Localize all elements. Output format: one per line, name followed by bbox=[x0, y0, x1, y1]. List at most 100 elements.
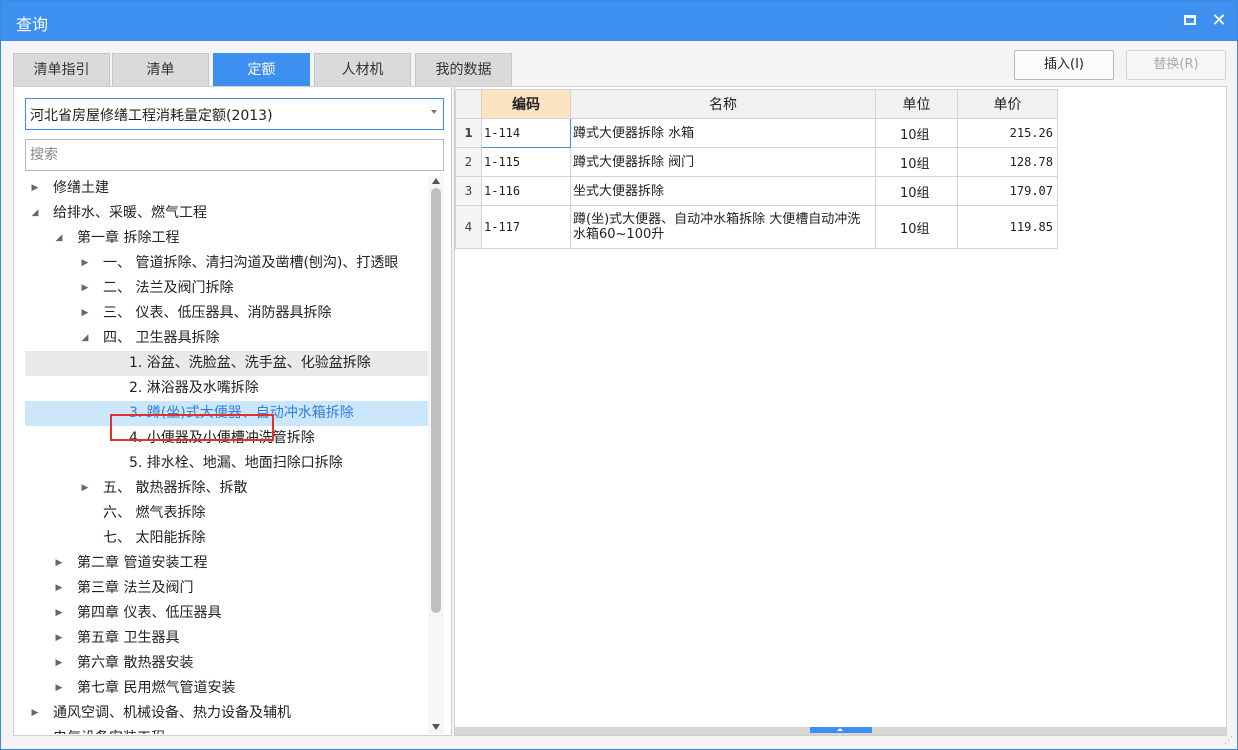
tree-item-label: 5. 排水栓、地漏、地面扫除口拆除 bbox=[129, 455, 343, 471]
column-header-code[interactable]: 编码 bbox=[481, 89, 571, 119]
row-number-header bbox=[455, 89, 482, 119]
tree-item[interactable]: ◢ 给排水、采暖、燃气工程 bbox=[25, 201, 428, 226]
cell-unit[interactable]: 10组 bbox=[875, 176, 958, 206]
expand-icon[interactable]: ▶ bbox=[53, 676, 65, 701]
dropdown-arrow-icon[interactable] bbox=[431, 110, 437, 114]
expand-icon[interactable]: ▶ bbox=[79, 476, 91, 501]
expand-icon[interactable]: ▶ bbox=[29, 701, 41, 726]
cell-unit[interactable]: 10组 bbox=[875, 147, 958, 177]
expand-icon[interactable]: ▶ bbox=[53, 576, 65, 601]
scroll-down-icon[interactable] bbox=[432, 724, 440, 730]
replace-button[interactable]: 替换(R) bbox=[1126, 50, 1226, 80]
resize-grip-icon[interactable]: ⋰ bbox=[1224, 736, 1234, 746]
cell-code[interactable]: 1-116 bbox=[481, 176, 571, 206]
tree-item[interactable]: ▶ 五、 散热器拆除、拆散 bbox=[25, 476, 428, 501]
query-dialog: 查询 ✕ 清单指引 清单 定额 人材机 我的数据 插入(I) 替换(R) 河北省… bbox=[0, 0, 1238, 750]
annotation-highlight-box bbox=[110, 414, 274, 441]
cell-code[interactable]: 1-117 bbox=[481, 205, 571, 249]
cell-price[interactable]: 215.26 bbox=[957, 118, 1058, 148]
cell-unit[interactable]: 10组 bbox=[875, 118, 958, 148]
cell-price[interactable]: 119.85 bbox=[957, 205, 1058, 249]
tree-item-label: 1. 浴盆、洗脸盆、洗手盆、化验盆拆除 bbox=[129, 355, 371, 371]
tree-item-label: 电气设备安装工程 bbox=[53, 726, 165, 734]
tab-labor-material-machine[interactable]: 人材机 bbox=[314, 53, 411, 87]
tree-item-label: 四、 卫生器具拆除 bbox=[103, 330, 220, 346]
tree-item[interactable]: ▶ 第二章 管道安装工程 bbox=[25, 551, 428, 576]
expand-icon[interactable]: ▶ bbox=[29, 726, 41, 734]
column-header-price[interactable]: 单价 bbox=[957, 89, 1058, 119]
tree-item[interactable]: ▶ 第三章 法兰及阀门 bbox=[25, 576, 428, 601]
table-row[interactable]: 4 1-117 蹲(坐)式大便器、自动冲水箱拆除 大便槽自动冲洗水箱60~100… bbox=[455, 205, 1058, 249]
scrollbar-thumb[interactable] bbox=[431, 188, 441, 613]
quota-table: 编码 名称 单位 单价 1 1-114 蹲式大便器拆除 水箱 10组 215.2… bbox=[455, 89, 1058, 249]
tab-bill-guide[interactable]: 清单指引 bbox=[13, 53, 110, 87]
collapse-icon[interactable]: ◢ bbox=[79, 326, 91, 351]
expand-icon[interactable]: ▶ bbox=[79, 301, 91, 326]
splitter-expand-icon[interactable] bbox=[810, 727, 872, 733]
search-input[interactable] bbox=[26, 140, 443, 170]
tree-item[interactable]: ▶ 二、 法兰及阀门拆除 bbox=[25, 276, 428, 301]
expand-icon[interactable]: ▶ bbox=[53, 551, 65, 576]
tree-item[interactable]: 5. 排水栓、地漏、地面扫除口拆除 bbox=[25, 451, 428, 476]
cell-code[interactable]: 1-115 bbox=[481, 147, 571, 177]
result-panel: 编码 名称 单位 单价 1 1-114 蹲式大便器拆除 水箱 10组 215.2… bbox=[454, 86, 1227, 736]
quota-library-value: 河北省房屋修缮工程消耗量定额(2013) bbox=[30, 108, 273, 124]
expand-icon[interactable]: ▶ bbox=[29, 176, 41, 201]
cell-name[interactable]: 蹲式大便器拆除 阀门 bbox=[570, 147, 876, 177]
tree-item[interactable]: 六、 燃气表拆除 bbox=[25, 501, 428, 526]
close-icon[interactable]: ✕ bbox=[1207, 9, 1231, 33]
tree-item[interactable]: 七、 太阳能拆除 bbox=[25, 526, 428, 551]
tree-item-label: 第一章 拆除工程 bbox=[77, 230, 180, 246]
maximize-icon[interactable] bbox=[1178, 9, 1202, 33]
tree-item[interactable]: ◢ 第一章 拆除工程 bbox=[25, 226, 428, 251]
expand-icon[interactable]: ▶ bbox=[53, 651, 65, 676]
tree-item[interactable]: ▶ 通风空调、机械设备、热力设备及辅机 bbox=[25, 701, 428, 726]
tree-item[interactable]: ▶ 第七章 民用燃气管道安装 bbox=[25, 676, 428, 701]
tab-bill[interactable]: 清单 bbox=[112, 53, 209, 87]
column-header-unit[interactable]: 单位 bbox=[875, 89, 958, 119]
expand-icon[interactable]: ▶ bbox=[53, 601, 65, 626]
expand-icon[interactable]: ▶ bbox=[53, 626, 65, 651]
tree-item[interactable]: 2. 淋浴器及水嘴拆除 bbox=[25, 376, 428, 401]
table-row[interactable]: 3 1-116 坐式大便器拆除 10组 179.07 bbox=[455, 176, 1058, 206]
tree-item[interactable]: ▶ 第五章 卫生器具 bbox=[25, 626, 428, 651]
insert-button[interactable]: 插入(I) bbox=[1014, 50, 1114, 80]
cell-unit[interactable]: 10组 bbox=[875, 205, 958, 249]
tree-item[interactable]: ▶ 一、 管道拆除、清扫沟道及凿槽(刨沟)、打透眼 bbox=[25, 251, 428, 276]
tree-item[interactable]: 1. 浴盆、洗脸盆、洗手盆、化验盆拆除 bbox=[25, 351, 428, 376]
expand-icon[interactable]: ▶ bbox=[79, 276, 91, 301]
collapse-icon[interactable]: ◢ bbox=[29, 201, 41, 226]
column-header-name[interactable]: 名称 bbox=[570, 89, 876, 119]
tree-item[interactable]: ◢ 四、 卫生器具拆除 bbox=[25, 326, 428, 351]
cell-price[interactable]: 179.07 bbox=[957, 176, 1058, 206]
expand-icon[interactable]: ▶ bbox=[79, 251, 91, 276]
tab-my-data[interactable]: 我的数据 bbox=[415, 53, 512, 87]
collapse-icon[interactable]: ◢ bbox=[53, 226, 65, 251]
cell-price[interactable]: 128.78 bbox=[957, 147, 1058, 177]
tree-item[interactable]: ▶ 第六章 散热器安装 bbox=[25, 651, 428, 676]
cell-name[interactable]: 蹲式大便器拆除 水箱 bbox=[570, 118, 876, 148]
tree-item-label: 2. 淋浴器及水嘴拆除 bbox=[129, 380, 259, 396]
tree-item-label: 通风空调、机械设备、热力设备及辅机 bbox=[53, 705, 291, 721]
search-box[interactable] bbox=[25, 139, 444, 171]
table-row[interactable]: 2 1-115 蹲式大便器拆除 阀门 10组 128.78 bbox=[455, 147, 1058, 177]
tree-item[interactable]: ▶ 第四章 仪表、低压器具 bbox=[25, 601, 428, 626]
scroll-up-icon[interactable] bbox=[432, 178, 440, 184]
tree-item[interactable]: ▶ 三、 仪表、低压器具、消防器具拆除 bbox=[25, 301, 428, 326]
cell-name[interactable]: 坐式大便器拆除 bbox=[570, 176, 876, 206]
table-row[interactable]: 1 1-114 蹲式大便器拆除 水箱 10组 215.26 bbox=[455, 118, 1058, 148]
row-number: 3 bbox=[455, 176, 482, 206]
tree-item[interactable]: ▶ 修缮土建 bbox=[25, 176, 428, 201]
tree-item-label: 第五章 卫生器具 bbox=[77, 630, 180, 646]
tab-quota[interactable]: 定额 bbox=[213, 53, 310, 87]
panel-splitter[interactable] bbox=[455, 727, 1226, 735]
cell-code[interactable]: 1-114 bbox=[481, 118, 571, 148]
row-number: 4 bbox=[455, 205, 482, 249]
tree-scrollbar[interactable] bbox=[428, 176, 444, 734]
row-number: 2 bbox=[455, 147, 482, 177]
tree-item[interactable]: ▶ 电气设备安装工程 bbox=[25, 726, 428, 734]
quota-library-select[interactable]: 河北省房屋修缮工程消耗量定额(2013) bbox=[25, 98, 444, 130]
cell-name[interactable]: 蹲(坐)式大便器、自动冲水箱拆除 大便槽自动冲洗水箱60~100升 bbox=[570, 205, 876, 249]
category-tree: ▶ 修缮土建 ◢ 给排水、采暖、燃气工程 ◢ 第一章 拆除工程 ▶ 一、 管道拆… bbox=[25, 176, 428, 734]
title-bar[interactable]: 查询 ✕ bbox=[1, 1, 1237, 41]
